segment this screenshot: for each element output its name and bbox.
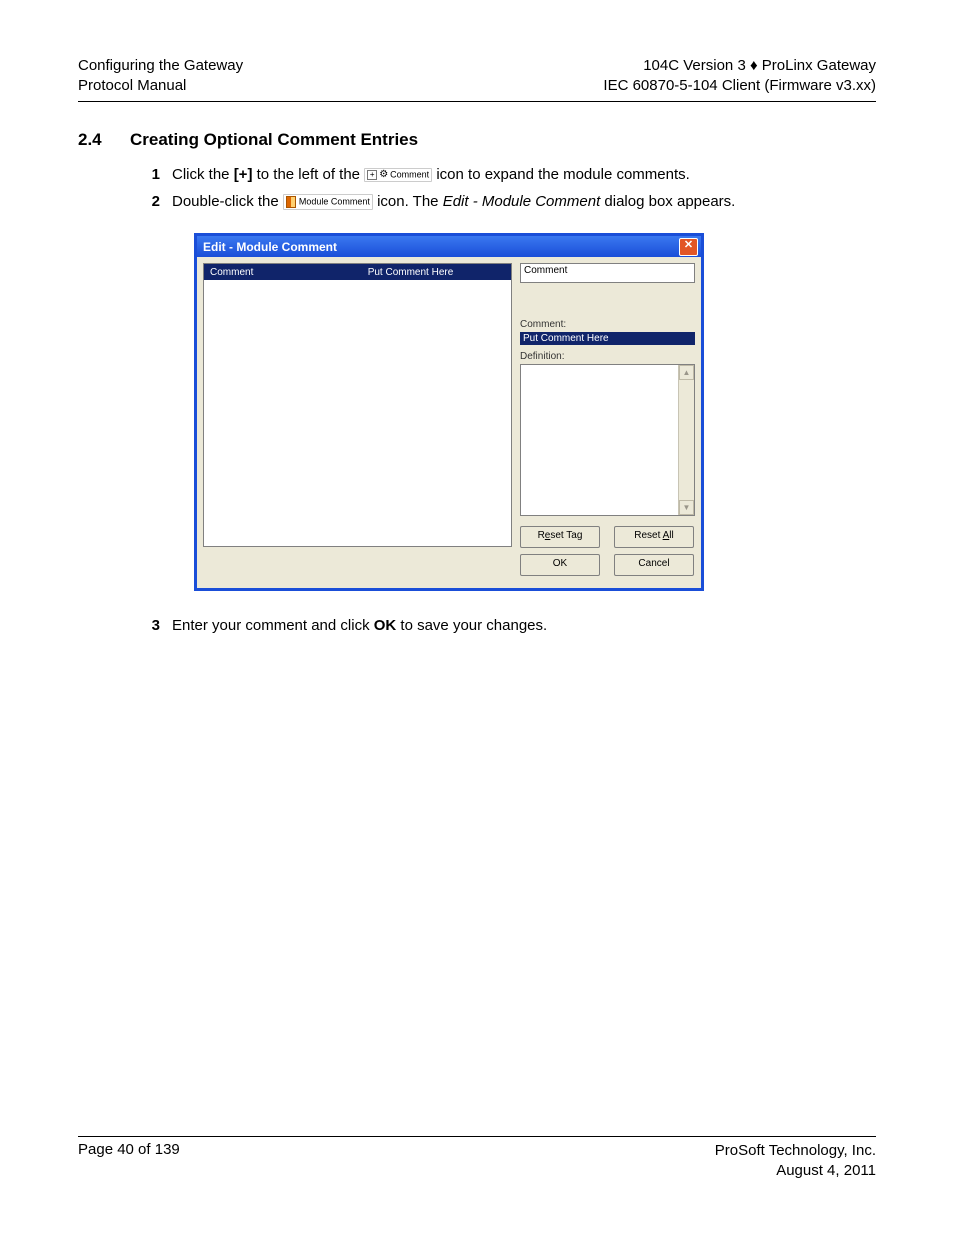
footer-date: August 4, 2011 — [715, 1161, 876, 1181]
module-comment-tree-icon: Module Comment — [283, 194, 373, 210]
grid-col-comment: Comment — [204, 267, 340, 278]
close-button[interactable]: ✕ — [679, 238, 698, 256]
header-right: 104C Version 3 ♦ ProLinx Gateway IEC 608… — [603, 56, 876, 97]
icon-label: Module Comment — [299, 197, 370, 207]
text: icon. The — [373, 193, 443, 210]
document-page: Configuring the Gateway Protocol Manual … — [0, 0, 954, 1235]
grid-col-value: Put Comment Here — [340, 267, 511, 278]
comment-value-field[interactable]: Put Comment Here — [520, 332, 695, 345]
section-number: 2.4 — [78, 130, 130, 150]
text-bold: [+] — [234, 166, 253, 183]
scroll-down-icon[interactable]: ▼ — [679, 500, 694, 515]
scroll-up-icon[interactable]: ▲ — [679, 365, 694, 380]
text-italic: Edit - Module Comment — [443, 193, 601, 210]
text: Enter your comment and click — [172, 617, 374, 634]
step-list-cont: 3 Enter your comment and click OK to sav… — [130, 615, 876, 637]
footer-left: Page 40 of 139 — [78, 1141, 180, 1182]
dialog-body: Comment Put Comment Here Comment Comment… — [197, 257, 701, 588]
page-header: Configuring the Gateway Protocol Manual … — [78, 56, 876, 102]
icon-label: Comment — [390, 169, 429, 179]
dialog-screenshot: Edit - Module Comment ✕ Comment Put Comm… — [194, 233, 704, 591]
comment-grid[interactable]: Comment Put Comment Here — [203, 263, 512, 547]
cancel-button[interactable]: Cancel — [614, 554, 694, 576]
text: set Tag — [550, 530, 582, 541]
text: R — [538, 530, 545, 541]
header-left-line1: Configuring the Gateway — [78, 56, 243, 76]
header-left-line2: Protocol Manual — [78, 76, 243, 96]
definition-textarea[interactable]: ▲ ▼ — [520, 364, 695, 516]
step-body: Enter your comment and click OK to save … — [172, 615, 876, 637]
dialog-titlebar[interactable]: Edit - Module Comment ✕ — [197, 236, 701, 257]
comment-label: Comment: — [520, 319, 695, 330]
reset-all-button[interactable]: Reset All — [614, 526, 694, 548]
step-1: 1 Click the [+] to the left of the +⚙Com… — [130, 164, 876, 186]
page-footer: Page 40 of 139 ProSoft Technology, Inc. … — [78, 1136, 876, 1182]
step-body: Click the [+] to the left of the +⚙Comme… — [172, 164, 876, 186]
comment-tree-icon: +⚙Comment — [364, 168, 432, 182]
definition-label: Definition: — [520, 351, 695, 362]
step-number: 1 — [130, 164, 172, 186]
button-row-1: Reset Tag Reset All — [520, 526, 695, 548]
dialog-title: Edit - Module Comment — [203, 240, 337, 254]
scrollbar[interactable]: ▲ ▼ — [678, 365, 694, 515]
step-body: Double-click the Module Comment icon. Th… — [172, 191, 876, 213]
header-right-line2: IEC 60870-5-104 Client (Firmware v3.xx) — [603, 76, 876, 96]
text: Double-click the — [172, 193, 283, 210]
plus-icon: + — [367, 170, 377, 180]
text: ll — [669, 530, 673, 541]
right-panel: Comment Comment: Put Comment Here Defini… — [520, 263, 695, 582]
tree-node-icon: ⚙ — [379, 170, 388, 180]
button-row-2: OK Cancel — [520, 554, 695, 576]
tag-name-field[interactable]: Comment — [520, 263, 695, 283]
book-icon — [286, 196, 296, 208]
text: to the left of the — [252, 166, 364, 183]
step-2: 2 Double-click the Module Comment icon. … — [130, 191, 876, 213]
text-bold: OK — [374, 617, 397, 634]
text: Reset — [634, 530, 662, 541]
section-title: Creating Optional Comment Entries — [130, 130, 418, 149]
step-list: 1 Click the [+] to the left of the +⚙Com… — [130, 164, 876, 214]
header-left: Configuring the Gateway Protocol Manual — [78, 56, 243, 97]
header-right-line1: 104C Version 3 ♦ ProLinx Gateway — [603, 56, 876, 76]
ok-button[interactable]: OK — [520, 554, 600, 576]
text: to save your changes. — [396, 617, 547, 634]
edit-module-comment-dialog: Edit - Module Comment ✕ Comment Put Comm… — [194, 233, 704, 591]
step-number: 2 — [130, 191, 172, 213]
step-number: 3 — [130, 615, 172, 637]
step-3: 3 Enter your comment and click OK to sav… — [130, 615, 876, 637]
reset-tag-button[interactable]: Reset Tag — [520, 526, 600, 548]
footer-right: ProSoft Technology, Inc. August 4, 2011 — [715, 1141, 876, 1182]
footer-company: ProSoft Technology, Inc. — [715, 1141, 876, 1161]
grid-header: Comment Put Comment Here — [204, 264, 511, 280]
text: icon to expand the module comments. — [432, 166, 690, 183]
text: dialog box appears. — [600, 193, 735, 210]
section-heading: 2.4Creating Optional Comment Entries — [78, 130, 876, 150]
text: Click the — [172, 166, 234, 183]
